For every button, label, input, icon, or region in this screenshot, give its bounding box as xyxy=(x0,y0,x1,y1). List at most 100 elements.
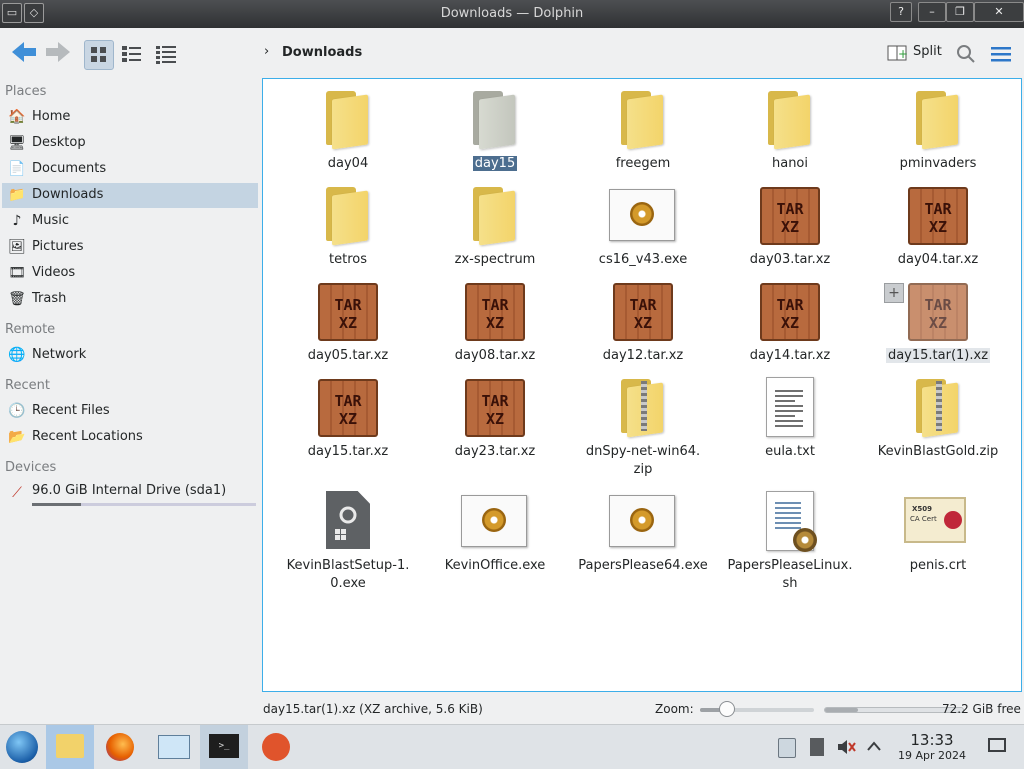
sidebar-item-internal-drive[interactable]: ⟋ 96.0 GiB Internal Drive (sda1) xyxy=(2,481,258,509)
file-item[interactable]: freegem xyxy=(573,89,713,185)
sidebar-item-documents[interactable]: 📄 Documents xyxy=(2,157,258,182)
volume-muted-icon[interactable] xyxy=(836,738,856,756)
file-item[interactable]: TAR XZ day15.tar.xz xyxy=(278,377,418,473)
cert-label-top: X509 xyxy=(912,505,933,513)
exe-icon xyxy=(461,491,527,549)
sidebar-item-label: Recent Files xyxy=(32,403,110,418)
taskbar-system-settings[interactable] xyxy=(148,725,196,769)
forward-icon[interactable] xyxy=(44,40,72,64)
sidebar-item-downloads[interactable]: 📁 Downloads xyxy=(2,183,258,208)
file-item[interactable]: TAR XZ day12.tar.xz xyxy=(573,281,713,377)
file-name: day05.tar.xz xyxy=(307,348,389,363)
zoom-slider[interactable] xyxy=(700,701,814,717)
file-item[interactable]: TAR XZ day08.tar.xz xyxy=(425,281,565,377)
archive-label-bottom: XZ xyxy=(338,314,358,332)
home-icon: 🏠 xyxy=(8,109,26,125)
archive-icon: TAR XZ xyxy=(760,185,820,245)
sidebar-item-trash[interactable]: 🗑 Trash xyxy=(2,287,258,312)
taskbar: >_ 13:33 19 Apr 2024 xyxy=(0,724,1024,769)
toolbar: › Downloads + Split xyxy=(0,28,1024,78)
maximize-button[interactable]: ❐ xyxy=(946,2,974,22)
details-view-icon xyxy=(156,46,176,64)
file-item[interactable]: day15 xyxy=(425,89,565,185)
file-item[interactable]: KevinOffice.exe xyxy=(425,491,565,587)
status-bar: day15.tar(1).xz (XZ archive, 5.6 KiB) Zo… xyxy=(262,698,1024,720)
zoom-slider-handle[interactable] xyxy=(719,701,736,717)
start-button[interactable] xyxy=(0,725,48,769)
file-item[interactable]: TAR XZ day04.tar.xz xyxy=(868,185,1008,281)
file-item[interactable]: eula.txt xyxy=(720,377,860,473)
tray-expand-icon[interactable] xyxy=(866,739,882,753)
storage-icon[interactable] xyxy=(810,738,824,756)
file-item[interactable]: dnSpy-net-win64. zip xyxy=(573,377,713,477)
back-icon[interactable] xyxy=(10,40,38,64)
icons-view-icon xyxy=(91,47,106,62)
archive-label-bottom: XZ xyxy=(780,314,800,332)
folder-icon xyxy=(617,89,669,150)
clock-date[interactable]: 19 Apr 2024 xyxy=(890,749,974,762)
archive-label-bottom: XZ xyxy=(485,410,505,428)
file-item[interactable]: TAR XZ day03.tar.xz xyxy=(720,185,860,281)
sidebar-item-label: Videos xyxy=(32,265,76,280)
file-item[interactable]: PapersPleaseLinux. sh xyxy=(720,491,860,591)
music-icon: ♪ xyxy=(12,213,22,229)
file-item[interactable]: TAR XZ day23.tar.xz xyxy=(425,377,565,473)
file-name: day12.tar.xz xyxy=(602,348,684,363)
show-desktop-icon[interactable] xyxy=(988,738,1006,752)
clock-time[interactable]: 13:33 xyxy=(896,731,968,749)
taskbar-firefox[interactable] xyxy=(96,725,144,769)
file-name: day04 xyxy=(327,156,369,171)
file-item[interactable]: day04 xyxy=(278,89,418,185)
sidebar-item-music[interactable]: ♪ Music xyxy=(2,209,258,234)
clipboard-icon[interactable] xyxy=(778,738,796,758)
sidebar-item-videos[interactable]: 🎞 Videos xyxy=(2,261,258,286)
archive-label-bottom: XZ xyxy=(928,314,948,332)
file-item[interactable]: tetros xyxy=(278,185,418,281)
minimize-button[interactable]: – xyxy=(918,2,946,22)
sidebar-item-recent-files[interactable]: 🕒 Recent Files xyxy=(2,399,258,424)
file-item[interactable]: hanoi xyxy=(720,89,860,185)
file-item[interactable]: cs16_v43.exe xyxy=(573,185,713,281)
downloads-icon: 📁 xyxy=(8,187,26,203)
file-item[interactable]: KevinBlastSetup-1. 0.exe xyxy=(278,491,418,591)
file-item[interactable]: TAR XZ day15.tar(1).xz + xyxy=(868,281,1008,377)
search-icon[interactable] xyxy=(956,44,976,64)
taskbar-terminal[interactable]: >_ xyxy=(200,725,248,769)
compact-view-button[interactable] xyxy=(118,40,146,68)
file-item[interactable]: PapersPlease64.exe xyxy=(573,491,713,587)
help-button[interactable]: ? xyxy=(890,2,912,22)
file-item[interactable]: KevinBlastGold.zip xyxy=(868,377,1008,473)
archive-label-bottom: XZ xyxy=(780,218,800,236)
icons-view-button[interactable] xyxy=(84,40,114,70)
file-item[interactable]: X509 CA Cert penis.crt xyxy=(868,491,1008,587)
split-button[interactable]: Split xyxy=(913,44,942,59)
sidebar-item-home[interactable]: 🏠 Home xyxy=(2,105,258,130)
taskbar-app[interactable] xyxy=(252,725,300,769)
select-toggle-icon[interactable]: + xyxy=(884,283,904,303)
file-view[interactable]: day04 day15 freegem hanoi pminvaders tetros zx… xyxy=(262,78,1022,692)
sidebar-item-network[interactable]: 🌐 Network xyxy=(2,343,258,368)
close-button[interactable]: ✕ xyxy=(974,2,1024,22)
script-icon xyxy=(764,491,817,552)
file-name: day14.tar.xz xyxy=(749,348,831,363)
system-settings-icon xyxy=(158,735,190,759)
folder-icon xyxy=(469,89,521,150)
archive-icon: TAR XZ xyxy=(318,377,378,437)
details-view-button[interactable] xyxy=(152,40,180,68)
hamburger-menu-icon[interactable] xyxy=(990,46,1012,62)
archive-icon: TAR XZ xyxy=(613,281,673,341)
file-item[interactable]: zx-spectrum xyxy=(425,185,565,281)
file-item[interactable]: TAR XZ day14.tar.xz xyxy=(720,281,860,377)
sidebar-item-label: Downloads xyxy=(32,187,104,202)
breadcrumb[interactable]: Downloads xyxy=(282,45,362,60)
sidebar-item-pictures[interactable]: 🖼 Pictures xyxy=(2,235,258,260)
file-item[interactable]: TAR XZ day05.tar.xz xyxy=(278,281,418,377)
file-name: day15.tar.xz xyxy=(307,444,389,459)
file-name: pminvaders xyxy=(899,156,977,171)
taskbar-dolphin[interactable] xyxy=(46,725,94,769)
file-item[interactable]: pminvaders xyxy=(868,89,1008,185)
sidebar-item-desktop[interactable]: 🖥 Desktop xyxy=(2,131,258,156)
sidebar-item-recent-locations[interactable]: 📂 Recent Locations xyxy=(2,425,258,450)
section-recent: Recent xyxy=(5,378,50,393)
archive-icon: TAR XZ xyxy=(760,281,820,341)
